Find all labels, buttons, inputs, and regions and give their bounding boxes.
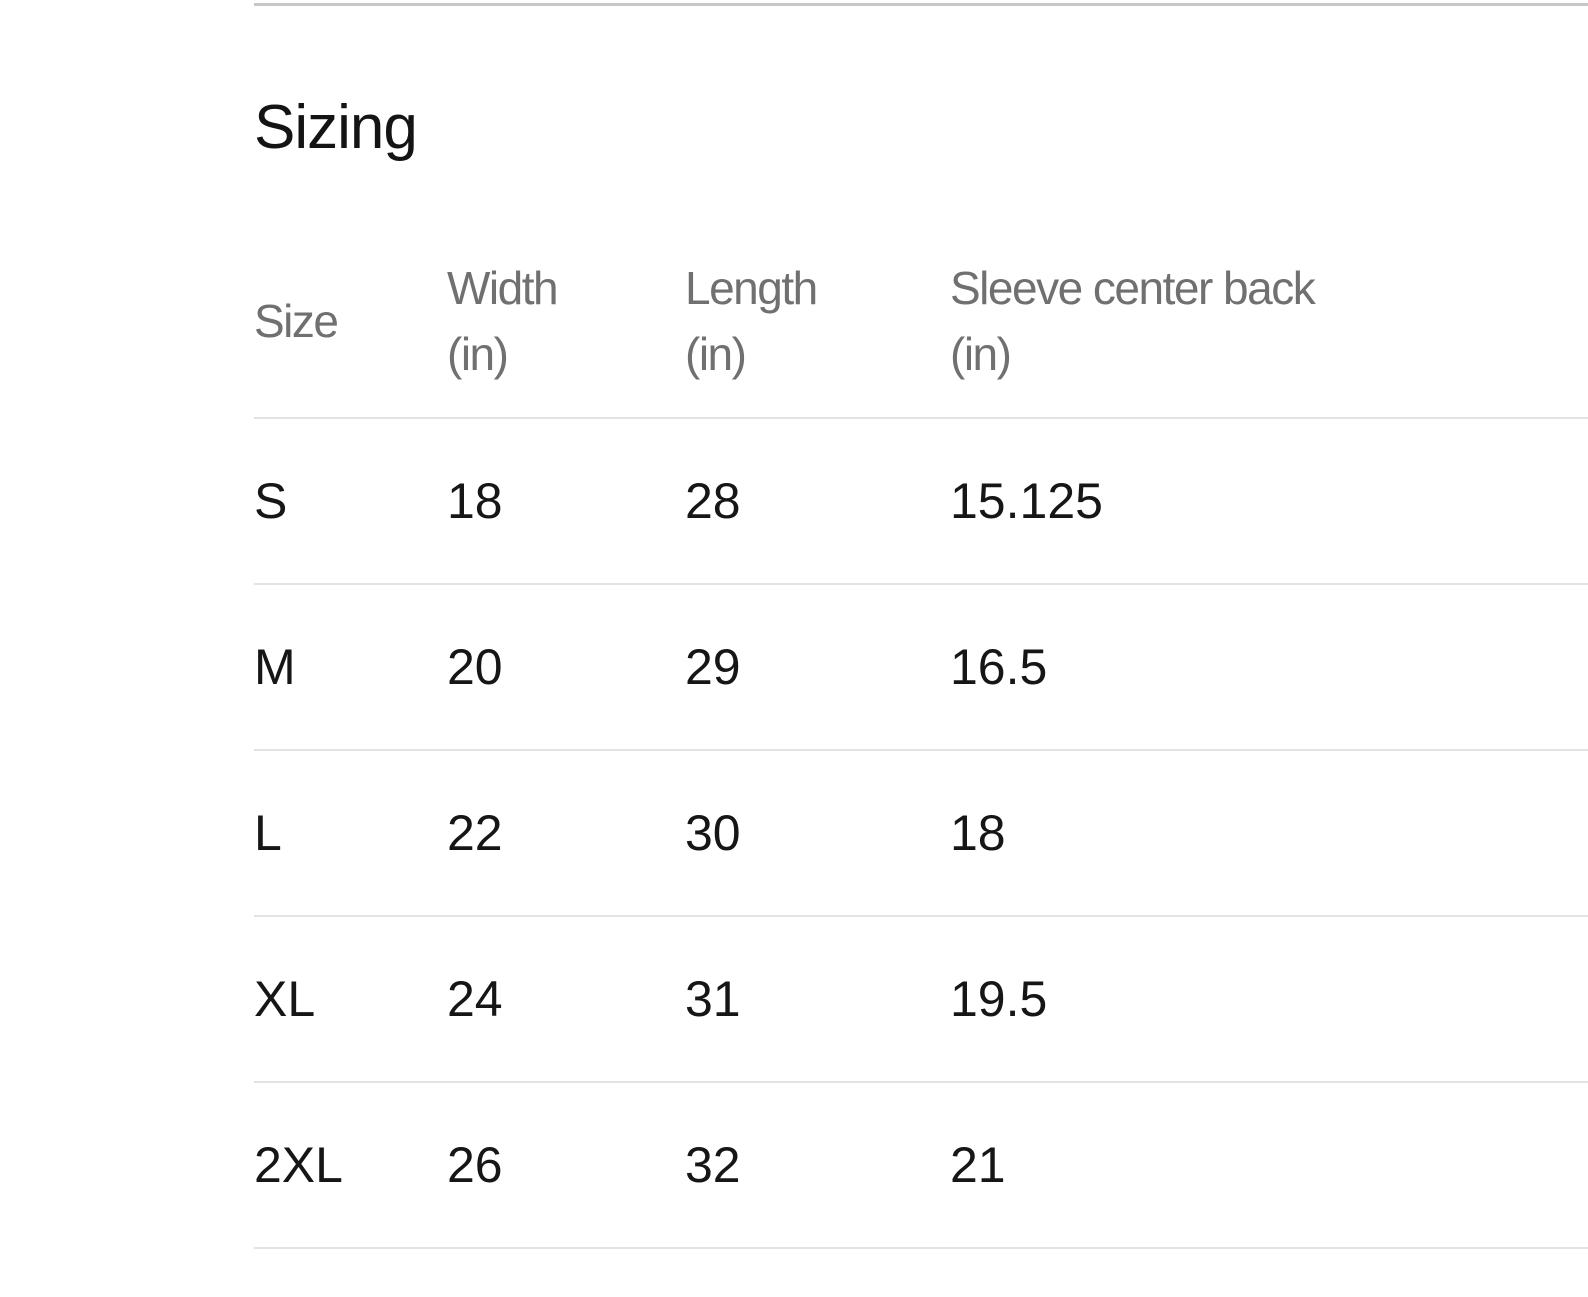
header-sleeve-label: Sleeve center back [950,261,1316,314]
cell-length: 32 [685,1082,950,1249]
cell-width: 24 [447,916,685,1083]
sizing-table: Size Width (in) Length (in) Sleeve cente… [254,228,1588,1249]
cell-sleeve: 18 [950,750,1588,917]
cell-sleeve: 19.5 [950,916,1588,1083]
cell-size: L [254,750,447,917]
table-row: 2XL 26 32 21 [254,1082,1588,1249]
header-sleeve: Sleeve center back (in) [950,228,1588,419]
top-divider [254,3,1588,6]
header-width-label: Width [447,261,559,314]
cell-length: 28 [685,418,950,585]
cell-size: M [254,584,447,751]
cell-width: 18 [447,418,685,585]
table-row: S 18 28 15.125 [254,418,1588,585]
cell-width: 20 [447,584,685,751]
table-header-row: Size Width (in) Length (in) Sleeve cente… [254,228,1588,419]
header-length-label: Length [685,261,818,314]
cell-length: 29 [685,584,950,751]
cell-sleeve: 16.5 [950,584,1588,751]
cell-length: 31 [685,916,950,1083]
table-row: XL 24 31 19.5 [254,916,1588,1083]
header-width: Width (in) [447,228,685,419]
cell-sleeve: 21 [950,1082,1588,1249]
cell-sleeve: 15.125 [950,418,1588,585]
header-size-label: Size [254,294,339,347]
table-row: M 20 29 16.5 [254,584,1588,751]
cell-size: 2XL [254,1082,447,1249]
cell-width: 26 [447,1082,685,1249]
header-size: Size [254,228,447,419]
section-title: Sizing [254,93,418,162]
header-length: Length (in) [685,228,950,419]
cell-length: 30 [685,750,950,917]
header-length-unit: (in) [685,327,747,380]
cell-width: 22 [447,750,685,917]
table-row: L 22 30 18 [254,750,1588,917]
header-sleeve-unit: (in) [950,327,1012,380]
cell-size: XL [254,916,447,1083]
header-width-unit: (in) [447,327,509,380]
cell-size: S [254,418,447,585]
